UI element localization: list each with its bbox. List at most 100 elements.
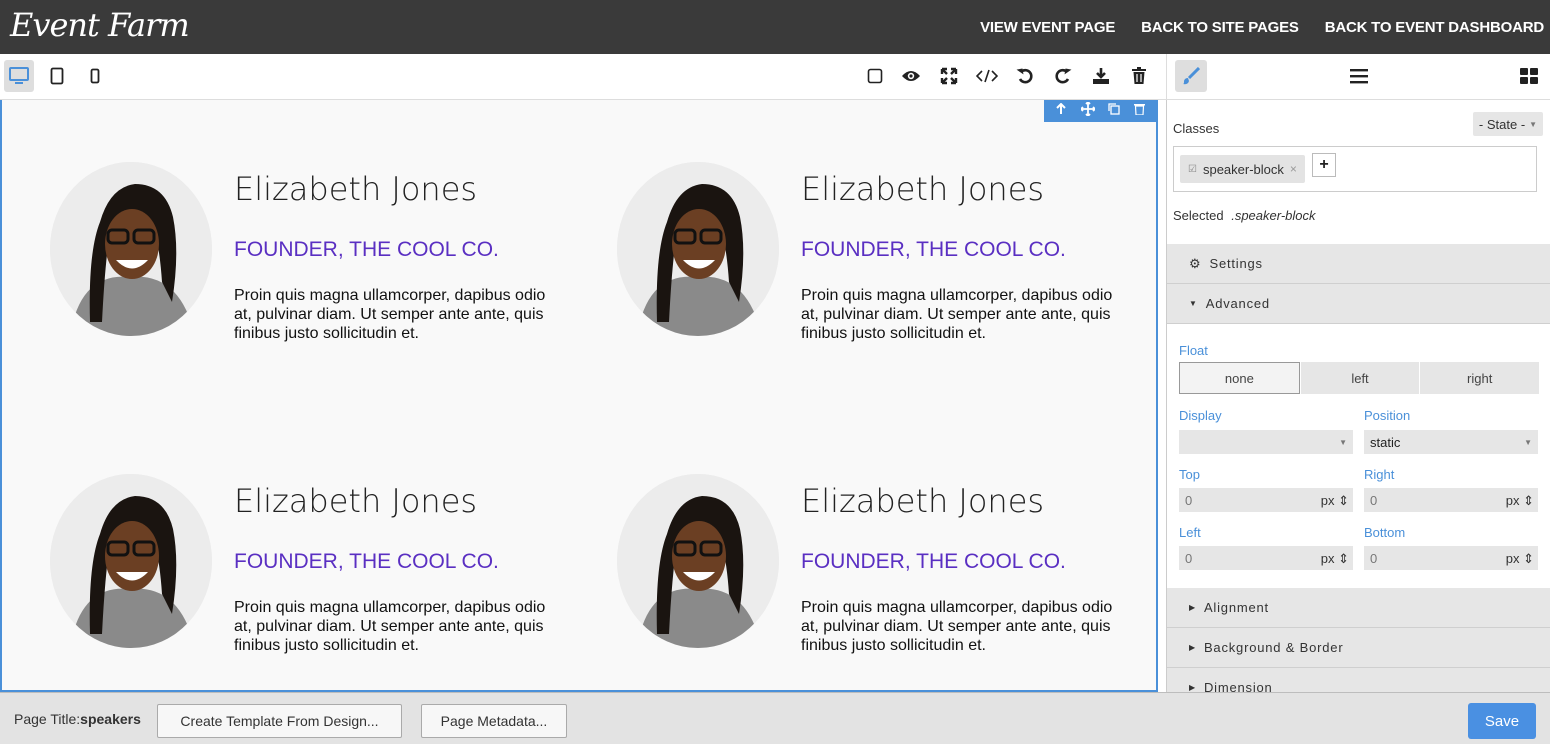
selected-value: .speaker-block — [1231, 208, 1316, 223]
unit-stepper[interactable]: px ⇕ — [1321, 493, 1349, 509]
left-label: Left — [1179, 525, 1201, 540]
editor-canvas[interactable]: Elizabeth Jones FOUNDER, THE COOL CO. Pr… — [0, 100, 1158, 692]
event-farm-logo[interactable]: Event Farm — [10, 6, 190, 44]
top-value: 0 — [1185, 492, 1193, 508]
square-outline-icon[interactable] — [862, 62, 888, 90]
speaker-title: FOUNDER, THE COOL CO. — [234, 550, 499, 573]
speaker-block[interactable]: Elizabeth Jones FOUNDER, THE COOL CO. Pr… — [617, 474, 1137, 674]
move-icon[interactable] — [1079, 100, 1096, 121]
trash-icon[interactable] — [1126, 62, 1152, 90]
float-left-option[interactable]: left — [1299, 362, 1420, 394]
speaker-photo — [617, 162, 779, 336]
close-icon[interactable]: × — [1290, 162, 1297, 176]
right-input[interactable]: 0 px ⇕ — [1364, 488, 1538, 512]
state-value: - State - — [1478, 116, 1526, 132]
gear-icon: ⚙ — [1189, 255, 1202, 271]
alignment-label: Alignment — [1203, 600, 1269, 615]
menu-icon[interactable] — [1343, 60, 1375, 92]
save-button[interactable]: Save — [1468, 703, 1536, 739]
background-border-section[interactable]: ▶ Background & Border — [1167, 628, 1550, 668]
unit-label: px — [1320, 551, 1335, 566]
bottom-value: 0 — [1370, 550, 1378, 566]
dimension-label: Dimension — [1203, 680, 1273, 692]
settings-section[interactable]: ⚙ Settings — [1167, 244, 1550, 284]
selection-toolbar — [1044, 100, 1156, 122]
right-label: Right — [1364, 467, 1395, 482]
speaker-block[interactable]: Elizabeth Jones FOUNDER, THE COOL CO. Pr… — [50, 474, 570, 674]
speaker-bio: Proin quis magna ullamcorper, dapibus od… — [801, 287, 1113, 342]
download-icon[interactable] — [1088, 62, 1114, 90]
code-icon[interactable] — [974, 62, 1000, 90]
position-select[interactable]: static ▼ — [1364, 430, 1538, 454]
fullscreen-icon[interactable] — [936, 62, 962, 90]
speaker-photo — [50, 474, 212, 648]
classes-tag-area[interactable]: ☑ speaker-block × + — [1173, 146, 1537, 192]
state-select[interactable]: - State - ▼ — [1473, 112, 1543, 136]
speaker-title: FOUNDER, THE COOL CO. — [801, 238, 1066, 261]
display-label: Display — [1179, 408, 1222, 423]
page-metadata-button[interactable]: Page Metadata... — [421, 704, 567, 738]
float-right-option[interactable]: right — [1419, 362, 1539, 394]
float-none-option[interactable]: none — [1179, 362, 1300, 394]
alignment-section[interactable]: ▶ Alignment — [1167, 588, 1550, 628]
eye-icon[interactable] — [898, 62, 924, 90]
bottom-bar: Page Title:speakers Create Template From… — [0, 692, 1550, 744]
delete-icon[interactable] — [1134, 102, 1146, 120]
tablet-icon[interactable] — [42, 60, 72, 92]
unit-stepper[interactable]: px ⇕ — [1506, 551, 1534, 567]
back-to-site-pages-link[interactable]: BACK TO SITE PAGES — [1141, 19, 1299, 36]
selected-line: Selected .speaker-block — [1173, 208, 1316, 223]
classes-section: Classes - State - ▼ ☑ speaker-block × + S… — [1167, 100, 1550, 244]
position-value: static — [1370, 434, 1401, 450]
page-title: Page Title:speakers — [14, 711, 141, 727]
settings-label: Settings — [1209, 256, 1263, 271]
undo-icon[interactable] — [1012, 62, 1038, 90]
display-select[interactable]: ▼ — [1179, 430, 1353, 454]
caret-right-icon: ▶ — [1189, 683, 1196, 692]
top-input[interactable]: 0 px ⇕ — [1179, 488, 1353, 512]
top-label: Top — [1179, 467, 1200, 482]
class-tag[interactable]: ☑ speaker-block × — [1180, 155, 1305, 183]
advanced-section[interactable]: ▼ Advanced — [1167, 284, 1550, 324]
page-title-value: speakers — [80, 711, 141, 727]
copy-icon[interactable] — [1108, 102, 1121, 120]
add-class-button[interactable]: + — [1312, 153, 1336, 177]
redo-icon[interactable] — [1050, 62, 1076, 90]
speaker-photo — [617, 474, 779, 648]
top-nav-links: VIEW EVENT PAGE BACK TO SITE PAGES BACK … — [980, 0, 1544, 54]
brush-icon[interactable] — [1175, 60, 1207, 92]
panel-header — [1166, 54, 1550, 100]
back-to-event-dashboard-link[interactable]: BACK TO EVENT DASHBOARD — [1325, 19, 1545, 36]
top-nav-bar: Event Farm VIEW EVENT PAGE BACK TO SITE … — [0, 0, 1550, 54]
left-input[interactable]: 0 px ⇕ — [1179, 546, 1353, 570]
unit-stepper[interactable]: px ⇕ — [1321, 551, 1349, 567]
dimension-section[interactable]: ▶ Dimension — [1167, 668, 1550, 692]
speaker-bio: Proin quis magna ullamcorper, dapibus od… — [234, 287, 546, 342]
page-title-label: Page Title: — [14, 711, 81, 727]
caret-down-icon: ▼ — [1529, 119, 1538, 129]
speaker-photo — [50, 162, 212, 336]
unit-label: px — [1505, 551, 1520, 566]
unit-label: px — [1320, 493, 1335, 508]
float-label: Float — [1179, 343, 1208, 358]
speaker-title: FOUNDER, THE COOL CO. — [801, 550, 1066, 573]
arrow-up-icon[interactable] — [1055, 102, 1067, 120]
speaker-block[interactable]: Elizabeth Jones FOUNDER, THE COOL CO. Pr… — [50, 162, 570, 362]
speaker-block[interactable]: Elizabeth Jones FOUNDER, THE COOL CO. Pr… — [617, 162, 1137, 362]
mobile-icon[interactable] — [80, 60, 110, 92]
speaker-bio: Proin quis magna ullamcorper, dapibus od… — [234, 599, 546, 654]
right-value: 0 — [1370, 492, 1378, 508]
desktop-icon[interactable] — [4, 60, 34, 92]
advanced-properties: Float none left right Display Position ▼… — [1167, 324, 1550, 588]
caret-down-icon: ▼ — [1524, 438, 1532, 447]
unit-stepper[interactable]: px ⇕ — [1506, 493, 1534, 509]
blocks-icon[interactable] — [1513, 60, 1545, 92]
advanced-label: Advanced — [1205, 296, 1270, 311]
create-template-button[interactable]: Create Template From Design... — [157, 704, 402, 738]
bottom-label: Bottom — [1364, 525, 1406, 540]
checkbox-icon[interactable]: ☑ — [1188, 164, 1197, 175]
view-event-page-link[interactable]: VIEW EVENT PAGE — [980, 19, 1115, 36]
bottom-input[interactable]: 0 px ⇕ — [1364, 546, 1538, 570]
speaker-name: Elizabeth Jones — [234, 170, 478, 208]
float-radio-group: none left right — [1179, 362, 1539, 394]
